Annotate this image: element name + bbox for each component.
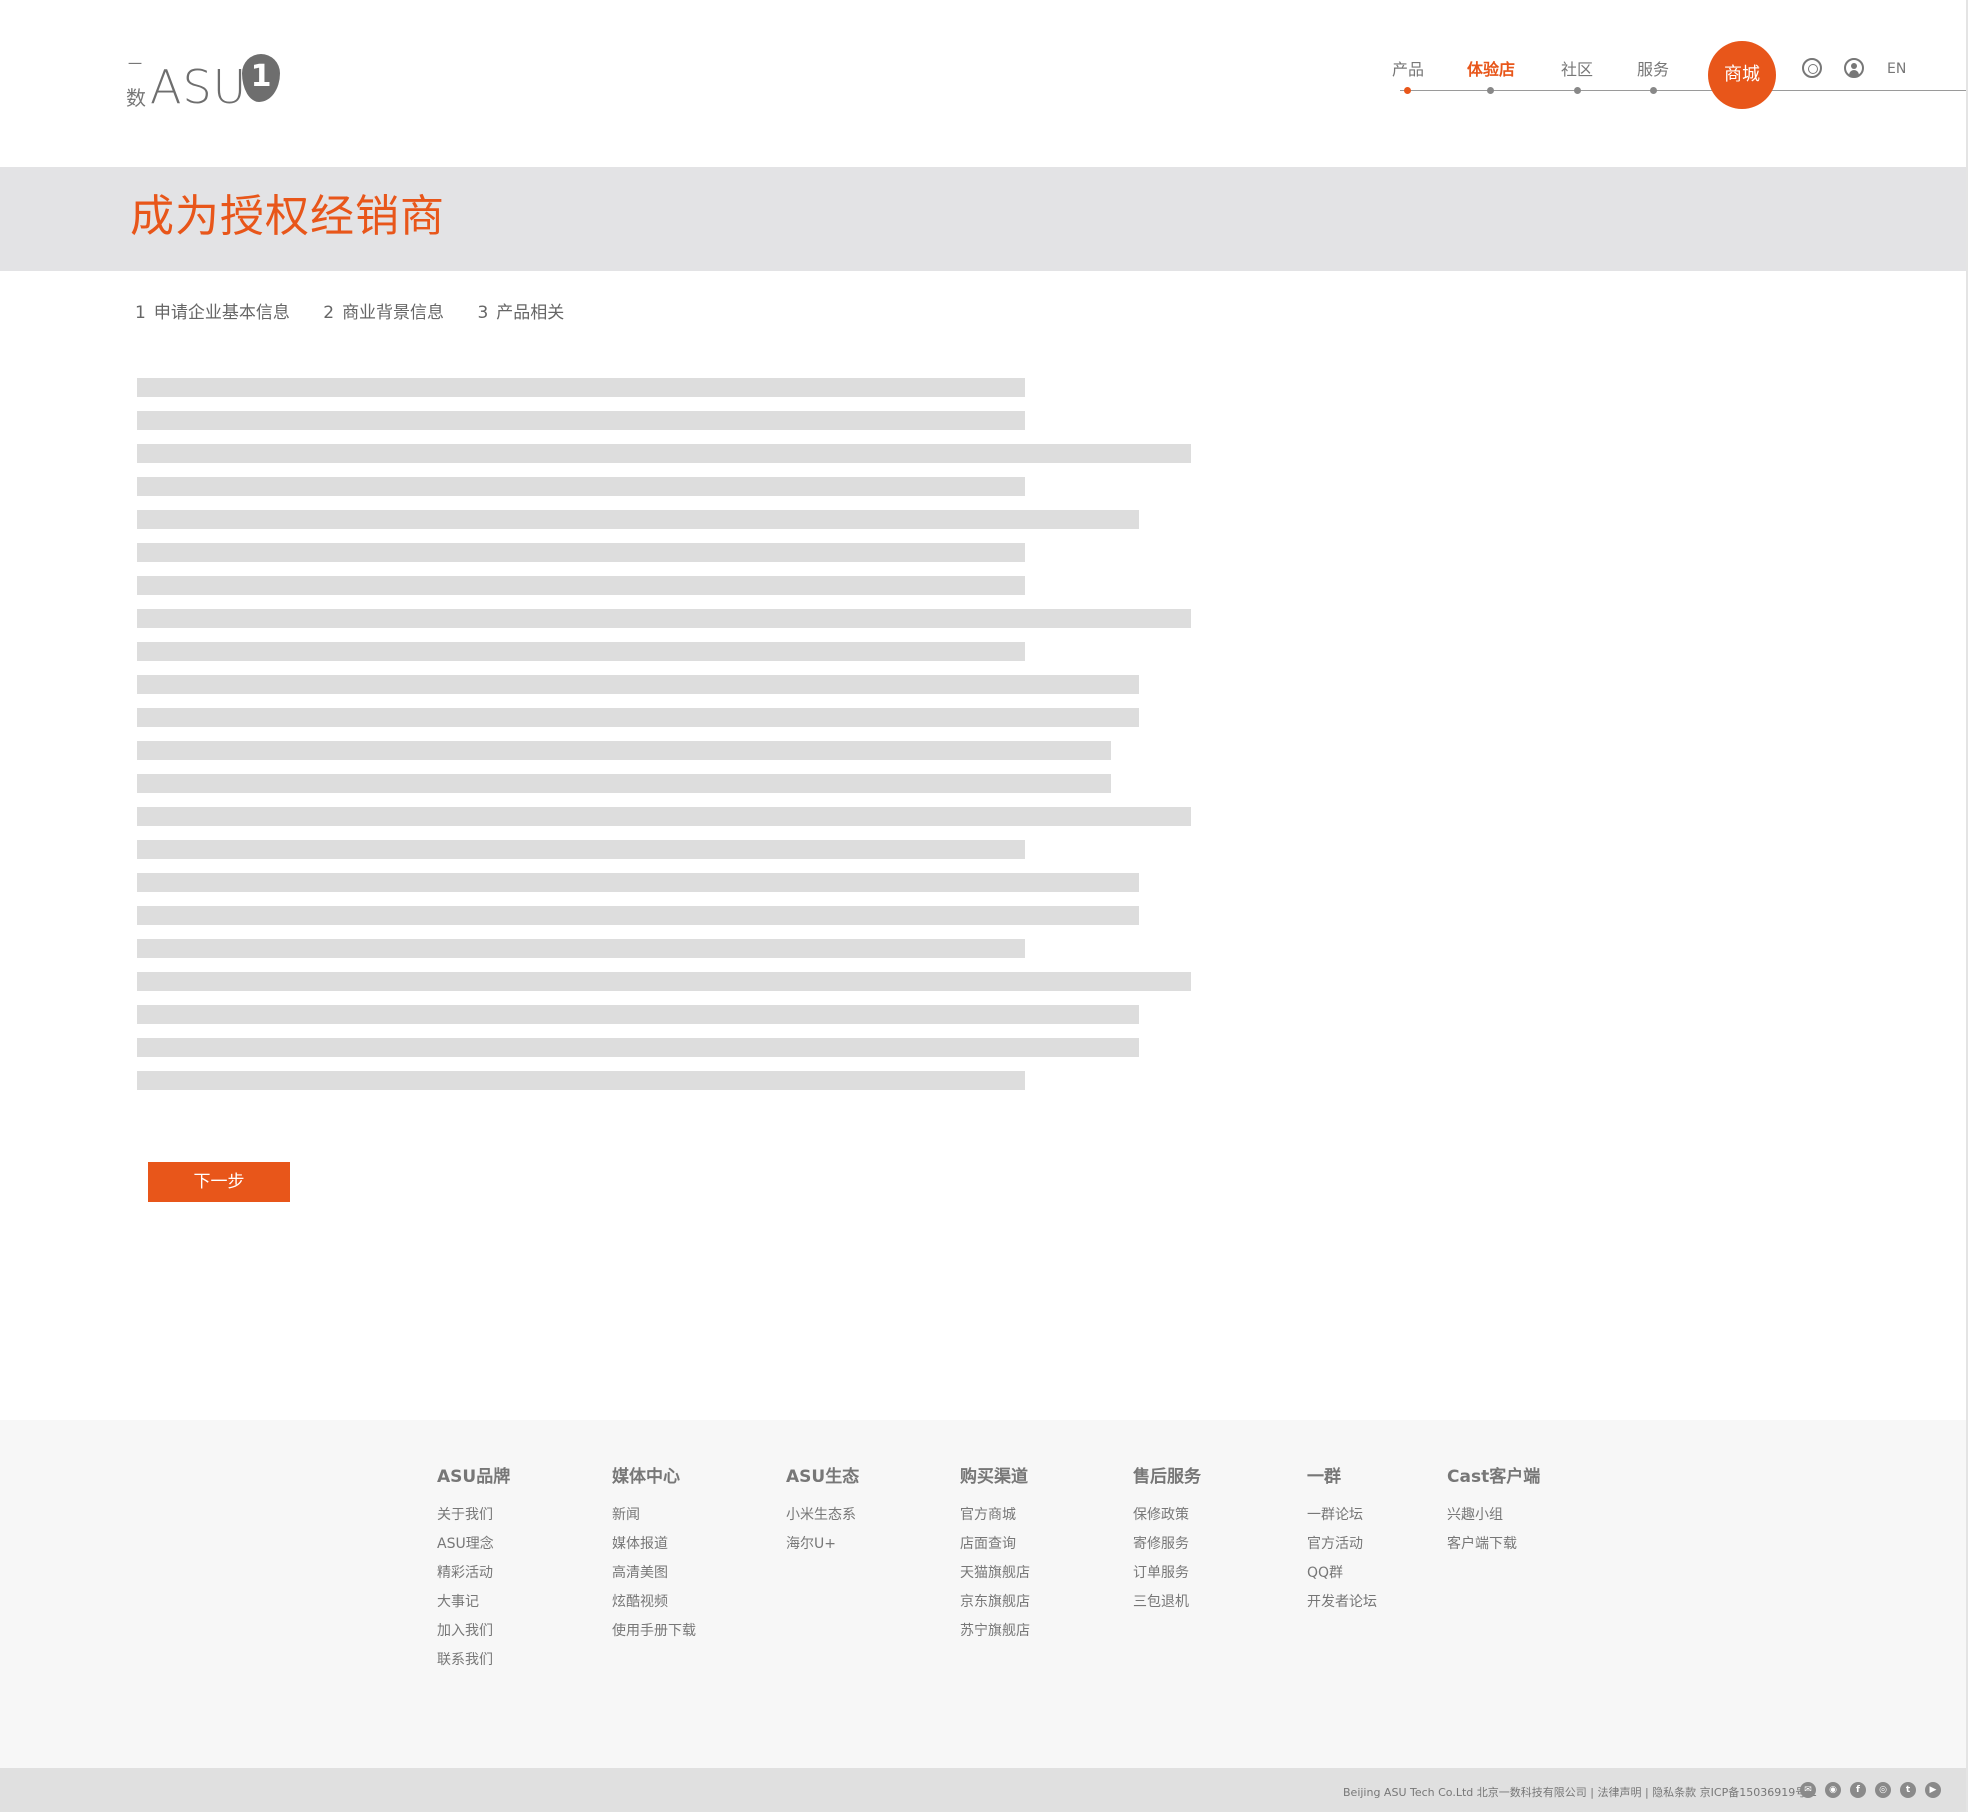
footer-link[interactable]: 关于我们 [437, 1501, 510, 1530]
footer-link[interactable]: 订单服务 [1133, 1559, 1201, 1588]
footer-link[interactable]: 官方活动 [1307, 1530, 1377, 1559]
footer-heading: ASU品牌 [437, 1467, 511, 1487]
footer-link[interactable]: 大事记 [437, 1588, 510, 1617]
placeholder-line [137, 939, 1025, 958]
placeholder-line [137, 1038, 1139, 1057]
logo-brand: ASU [150, 60, 248, 114]
footer-column-cast: Cast客户端 兴趣小组 客户端下载 [1447, 1462, 1540, 1559]
placeholder-line [137, 642, 1025, 661]
language-switch[interactable]: EN [1887, 61, 1906, 77]
page-right-border [1966, 0, 1968, 1812]
nav-item-products[interactable]: 产品 [1378, 56, 1438, 80]
footer-link[interactable]: 使用手册下载 [612, 1617, 696, 1646]
footer-heading: 售后服务 [1133, 1467, 1201, 1487]
footer-link[interactable]: 官方商城 [960, 1501, 1030, 1530]
placeholder-line [137, 477, 1025, 496]
nav-item-service[interactable]: 服务 [1623, 56, 1683, 80]
wechat-icon[interactable]: ◉ [1825, 1782, 1841, 1798]
footer-heading: 一群 [1307, 1467, 1341, 1487]
user-icon[interactable] [1844, 58, 1864, 78]
nav-item-community[interactable]: 社区 [1547, 56, 1607, 80]
step-1[interactable]: 1 申请企业基本信息 [135, 298, 290, 323]
footer-column-ecosystem: ASU生态 小米生态系 海尔U+ [786, 1462, 859, 1559]
footer-column-media: 媒体中心 新闻 媒体报道 高清美图 炫酷视频 使用手册下载 [612, 1462, 696, 1646]
footer-link[interactable]: 京东旗舰店 [960, 1588, 1030, 1617]
footer-link[interactable]: 小米生态系 [786, 1501, 859, 1530]
footer-column-community: 一群 一群论坛 官方活动 QQ群 开发者论坛 [1307, 1462, 1377, 1617]
placeholder-line [137, 873, 1139, 892]
footer-link[interactable]: 媒体报道 [612, 1530, 696, 1559]
footer-column-aftersales: 售后服务 保修政策 寄修服务 订单服务 三包退机 [1133, 1462, 1201, 1617]
footer-link[interactable]: 开发者论坛 [1307, 1588, 1377, 1617]
placeholder-line [137, 708, 1139, 727]
search-icon[interactable] [1802, 58, 1822, 78]
placeholder-line [137, 972, 1191, 991]
twitter-icon[interactable]: t [1900, 1782, 1916, 1798]
placeholder-line [137, 741, 1111, 760]
nav-item-store[interactable]: 体验店 [1461, 56, 1521, 80]
step-indicator: 1 申请企业基本信息 2 商业背景信息 3 产品相关 [135, 298, 592, 323]
facebook-icon[interactable]: f [1850, 1782, 1866, 1798]
footer-link[interactable]: 联系我们 [437, 1646, 510, 1675]
asu-logo[interactable]: 一 数 ASU 1 [126, 50, 286, 120]
placeholder-line [137, 1005, 1139, 1024]
page-title: 成为授权经销商 [130, 191, 445, 242]
nav-line [1400, 90, 1966, 91]
footer-link[interactable]: 海尔U+ [786, 1530, 859, 1559]
site-header [0, 0, 1966, 167]
placeholder-line [137, 906, 1139, 925]
weibo-icon[interactable]: ◎ [1875, 1782, 1891, 1798]
footer-link[interactable]: 新闻 [612, 1501, 696, 1530]
placeholder-line [137, 510, 1139, 529]
footer-link[interactable]: 保修政策 [1133, 1501, 1201, 1530]
footer-heading: Cast客户端 [1447, 1467, 1541, 1487]
footer-link[interactable]: 精彩活动 [437, 1559, 510, 1588]
nav-dot-products [1404, 87, 1411, 94]
placeholder-line [137, 840, 1025, 859]
footer-link[interactable]: 兴趣小组 [1447, 1501, 1540, 1530]
footer-link[interactable]: 加入我们 [437, 1617, 510, 1646]
footer-heading: 媒体中心 [612, 1467, 680, 1487]
footer-link[interactable]: 高清美图 [612, 1559, 696, 1588]
footer-column-brand: ASU品牌 关于我们 ASU理念 精彩活动 大事记 加入我们 联系我们 [437, 1462, 510, 1675]
placeholder-line [137, 576, 1025, 595]
step-2[interactable]: 2 商业背景信息 [323, 298, 444, 323]
placeholder-line [137, 774, 1111, 793]
nav-dot-store [1487, 87, 1494, 94]
youtube-icon[interactable]: ▶ [1925, 1782, 1941, 1798]
footer-heading: 购买渠道 [960, 1467, 1028, 1487]
step-3[interactable]: 3 产品相关 [477, 298, 564, 323]
nav-dot-service [1650, 87, 1657, 94]
shop-button[interactable]: 商城 [1708, 41, 1776, 109]
footer-link[interactable]: 寄修服务 [1133, 1530, 1201, 1559]
placeholder-line [137, 411, 1025, 430]
footer-link[interactable]: 客户端下载 [1447, 1530, 1540, 1559]
placeholder-line [137, 1071, 1025, 1090]
footer-link[interactable]: 炫酷视频 [612, 1588, 696, 1617]
placeholder-line [137, 543, 1025, 562]
footer-link[interactable]: 店面查询 [960, 1530, 1030, 1559]
footer-link[interactable]: 一群论坛 [1307, 1501, 1377, 1530]
footer-link[interactable]: 三包退机 [1133, 1588, 1201, 1617]
footer-column-channels: 购买渠道 官方商城 店面查询 天猫旗舰店 京东旗舰店 苏宁旗舰店 [960, 1462, 1030, 1646]
logo-badge: 1 [242, 54, 280, 102]
footer-heading: ASU生态 [786, 1467, 860, 1487]
next-step-button[interactable]: 下一步 [148, 1162, 290, 1202]
nav-dot-community [1574, 87, 1581, 94]
placeholder-line [137, 378, 1025, 397]
logo-shu: 数 [126, 86, 146, 110]
placeholder-line [137, 609, 1191, 628]
footer-link[interactable]: ASU理念 [437, 1530, 510, 1559]
placeholder-line [137, 807, 1191, 826]
footer-link[interactable]: 天猫旗舰店 [960, 1559, 1030, 1588]
placeholder-line [137, 444, 1191, 463]
footer-link[interactable]: 苏宁旗舰店 [960, 1617, 1030, 1646]
footer-link[interactable]: QQ群 [1307, 1559, 1377, 1588]
logo-yi: 一 [128, 57, 142, 73]
email-icon[interactable]: ✉ [1800, 1782, 1816, 1798]
placeholder-line [137, 675, 1139, 694]
copyright-text: Beijing ASU Tech Co.Ltd 北京一数科技有限公司 | 法律声… [1343, 1786, 1818, 1799]
